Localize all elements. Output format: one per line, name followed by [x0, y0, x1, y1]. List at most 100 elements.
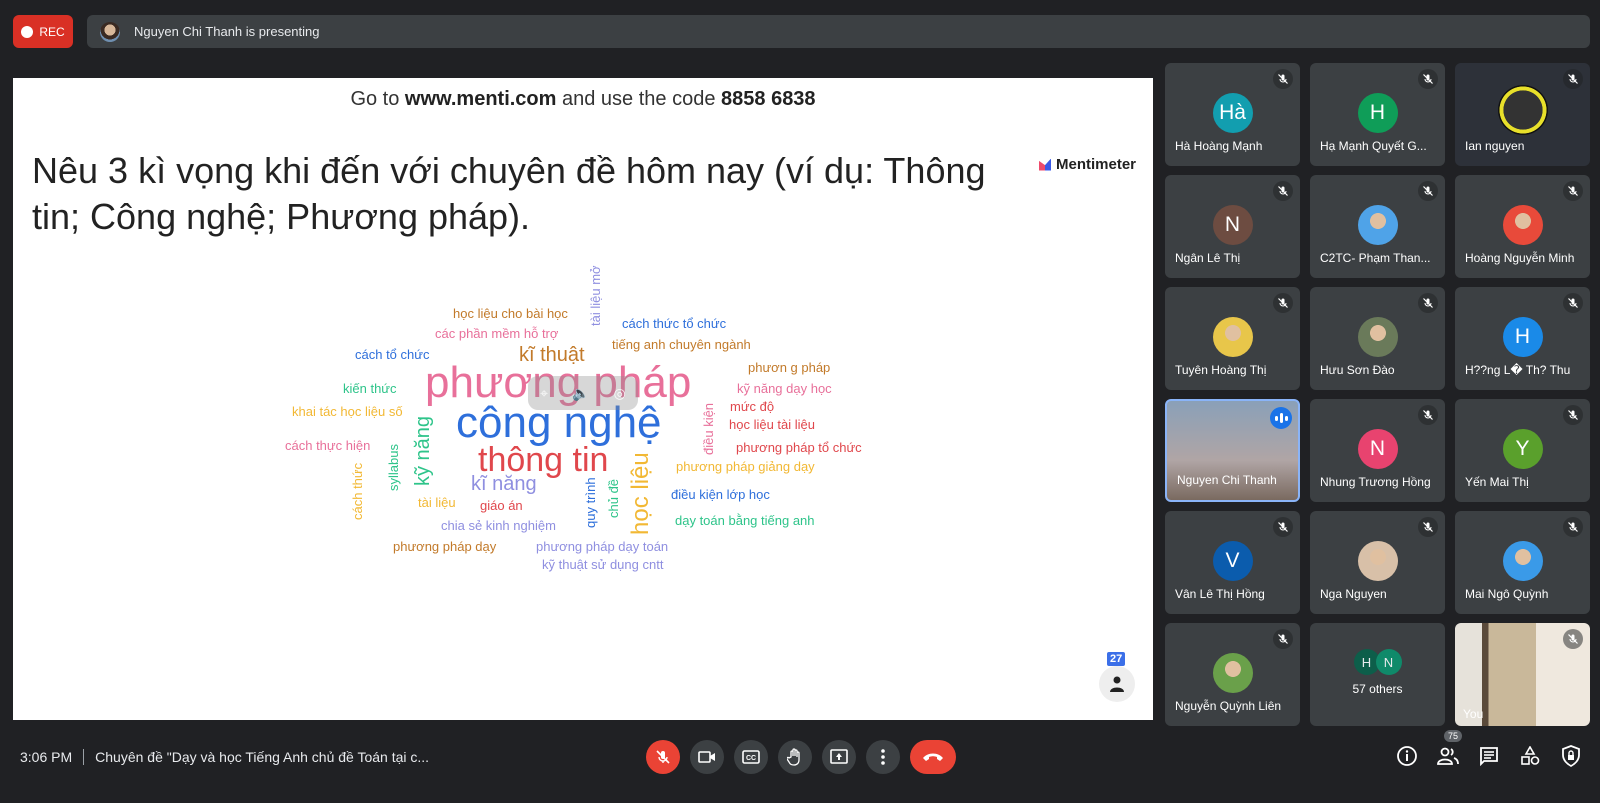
- word-cloud-word: phươn g pháp: [748, 360, 831, 375]
- chat-button[interactable]: [1477, 744, 1501, 768]
- word-cloud-word: chia sẻ kinh nghiệm: [441, 518, 556, 533]
- hand-icon: [787, 748, 800, 766]
- mic-off-icon: [656, 750, 670, 764]
- mic-muted-icon: [1563, 405, 1583, 425]
- camera-icon: [698, 751, 715, 763]
- mentimeter-logo: Mentimeter: [1039, 156, 1136, 173]
- participant-name: Mai Ngô Quỳnh: [1465, 587, 1549, 601]
- activities-shapes-icon: [1521, 746, 1540, 765]
- presenting-banner: Nguyen Chi Thanh is presenting: [87, 15, 1590, 48]
- participant-tile[interactable]: Mai Ngô Quỳnh: [1455, 511, 1590, 614]
- meeting-details-button[interactable]: [1395, 744, 1419, 768]
- others-tile[interactable]: H N 57 others: [1310, 623, 1445, 726]
- participant-tile[interactable]: N Ngân Lê Thị: [1165, 175, 1300, 278]
- mic-muted-icon: [1273, 293, 1293, 313]
- response-count-badge: 27: [1107, 652, 1126, 666]
- join-instructions: Go to www.menti.com and use the code 885…: [13, 88, 1153, 111]
- word-cloud-word: kỹ thuật sử dụng cntt: [542, 557, 664, 572]
- word-cloud-word-vertical: học liệu: [627, 452, 654, 535]
- raise-hand-button[interactable]: [778, 740, 812, 774]
- participant-tile[interactable]: H H??ng L� Th? Thu: [1455, 287, 1590, 390]
- call-controls: CC: [646, 740, 956, 774]
- participant-tile[interactable]: Ian nguyen: [1455, 63, 1590, 166]
- others-count: 57 others: [1352, 682, 1403, 696]
- participant-tile[interactable]: Nga Nguyen: [1310, 511, 1445, 614]
- word-cloud-word-vertical: điều kiện: [701, 402, 716, 455]
- mute-audio-icon[interactable]: 🔈: [572, 385, 589, 402]
- participant-tile[interactable]: Tuyên Hoàng Thị: [1165, 287, 1300, 390]
- recording-badge[interactable]: REC: [13, 15, 73, 48]
- instruction-prefix: Go to: [350, 88, 405, 110]
- word-cloud-word: điều kiện lớp học: [671, 487, 770, 502]
- divider: [83, 749, 85, 765]
- host-controls-button[interactable]: [1559, 744, 1583, 768]
- participant-tile[interactable]: Nguyễn Quỳnh Liên: [1165, 623, 1300, 726]
- svg-text:CC: CC: [746, 755, 756, 762]
- fullscreen-icon[interactable]: ◎: [614, 385, 626, 402]
- word-cloud-word: học liệu cho bài học: [453, 306, 568, 321]
- captions-button[interactable]: CC: [734, 740, 768, 774]
- participant-tile[interactable]: Hoàng Nguyễn Minh: [1455, 175, 1590, 278]
- mic-muted-icon: [1418, 293, 1438, 313]
- participant-name: Hưu Sơn Đào: [1320, 363, 1395, 377]
- top-bar: REC Nguyen Chi Thanh is presenting: [0, 0, 1600, 60]
- word-cloud-word: tài liệu: [418, 495, 456, 510]
- responses-button[interactable]: [1099, 666, 1135, 702]
- participant-tile[interactable]: H Hạ Mạnh Quyết G...: [1310, 63, 1445, 166]
- avatar: Hà: [1212, 93, 1253, 133]
- participant-name: C2TC- Phạm Than...: [1320, 251, 1431, 265]
- word-cloud-word: giáo án: [480, 498, 523, 513]
- hang-up-icon: [923, 753, 943, 761]
- mic-muted-icon: [1563, 629, 1583, 649]
- chat-icon: [1480, 747, 1498, 766]
- avatar: [1357, 541, 1398, 581]
- participant-name: Hạ Mạnh Quyết G...: [1320, 139, 1427, 153]
- participant-tile[interactable]: Y Yến Mai Thị: [1455, 399, 1590, 502]
- avatar: H: [1357, 93, 1398, 133]
- word-cloud-word-vertical: cách thức: [350, 462, 365, 520]
- avatar: H: [1502, 317, 1543, 357]
- avatar: [1212, 317, 1253, 357]
- mic-muted-icon: [1563, 293, 1583, 313]
- people-icon: [1437, 747, 1459, 765]
- participant-name: Nhung Trương Hồng: [1320, 475, 1431, 489]
- mic-muted-icon: [1418, 517, 1438, 537]
- participant-tile[interactable]: N Nhung Trương Hồng: [1310, 399, 1445, 502]
- meeting-title: Chuyên đề "Dạy và học Tiếng Anh chủ đề T…: [95, 749, 430, 765]
- participant-tile[interactable]: Hưu Sơn Đào: [1310, 287, 1445, 390]
- participant-tile[interactable]: C2TC- Phạm Than...: [1310, 175, 1445, 278]
- avatar: N: [1357, 429, 1398, 469]
- bottom-bar: 3:06 PM Chuyên đề "Dạy và học Tiếng Anh …: [0, 730, 1600, 803]
- word-cloud-word: dạy toán bằng tiếng anh: [675, 513, 815, 528]
- participant-name: Nga Nguyen: [1320, 587, 1387, 601]
- self-video-tile[interactable]: You: [1455, 623, 1590, 726]
- leave-call-button[interactable]: [910, 740, 956, 774]
- participant-name: Yến Mai Thị: [1465, 475, 1529, 489]
- camera-toggle-button[interactable]: [690, 740, 724, 774]
- word-cloud-word: phương pháp dạy: [393, 539, 497, 554]
- word-cloud-word: kiến thức: [343, 381, 397, 396]
- activities-button[interactable]: [1518, 744, 1542, 768]
- present-now-button[interactable]: [822, 740, 856, 774]
- word-cloud-word: học liệu tài liệu: [729, 417, 815, 432]
- mic-toggle-button[interactable]: [646, 740, 680, 774]
- people-button[interactable]: 75: [1436, 730, 1463, 768]
- participant-tile[interactable]: Nguyen Chi Thanh: [1165, 399, 1300, 502]
- participant-tile[interactable]: Hà Hà Hoàng Mạnh: [1165, 63, 1300, 166]
- word-cloud-word: cách thức tổ chức: [622, 316, 727, 331]
- captions-icon: CC: [742, 750, 760, 764]
- mic-muted-icon: [1418, 405, 1438, 425]
- mentimeter-logo-icon: [1039, 158, 1051, 171]
- mentimeter-logo-text: Mentimeter: [1056, 156, 1137, 173]
- mic-muted-icon: [1273, 69, 1293, 89]
- side-controls: 75: [1395, 730, 1583, 768]
- shield-lock-icon: [1562, 745, 1580, 767]
- participant-name: Hoàng Nguyễn Minh: [1465, 251, 1575, 265]
- avatar: [1502, 205, 1543, 245]
- participant-tile[interactable]: V Vân Lê Thị Hồng: [1165, 511, 1300, 614]
- avatar: V: [1212, 541, 1253, 581]
- word-cloud-word-vertical: chủ đề: [606, 478, 621, 518]
- more-options-button[interactable]: [866, 740, 900, 774]
- pin-off-icon[interactable]: ⌖: [540, 385, 548, 402]
- avatar: N: [1212, 205, 1253, 245]
